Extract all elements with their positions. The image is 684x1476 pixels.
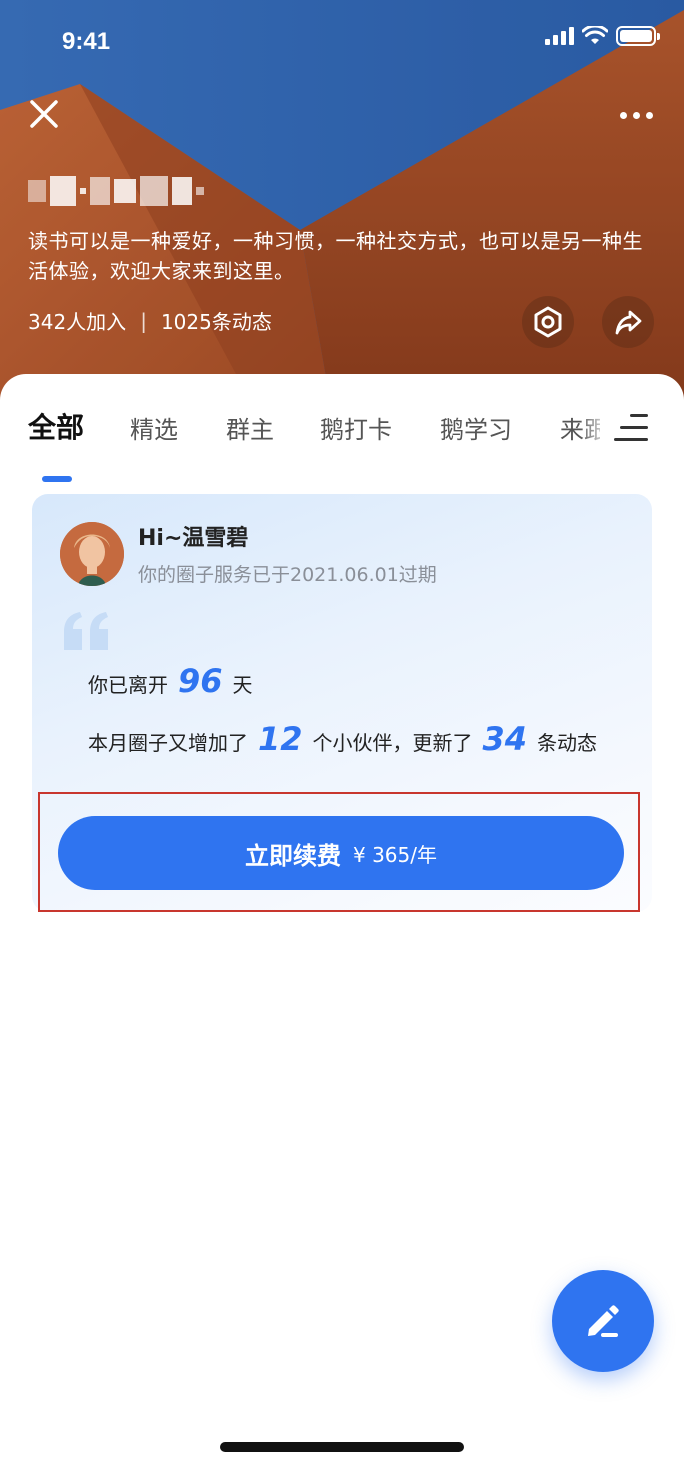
avatar-image [60, 522, 124, 586]
tab-featured[interactable]: 精选 [130, 410, 178, 445]
tab-checkin[interactable]: 鹅打卡 [320, 410, 392, 445]
tab-study[interactable]: 鹅学习 [440, 410, 512, 445]
renew-button-price: ¥ 365/年 [353, 842, 437, 867]
close-icon [30, 100, 58, 128]
days-away-line: 你已离开 96 天 [88, 662, 253, 700]
circle-stats: 342人加入 | 1025条动态 [28, 306, 272, 335]
share-button[interactable] [602, 296, 654, 348]
days-away-prefix: 你已离开 [88, 673, 168, 697]
status-icons [545, 26, 660, 46]
settings-button[interactable] [522, 296, 574, 348]
post-count: 1025条动态 [160, 310, 272, 334]
new-posts-suffix: 条动态 [537, 731, 598, 755]
category-tabs: 全部 精选 群主 鹅打卡 鹅学习 来跟 [0, 404, 684, 482]
expire-note: 你的圈子服务已于2021.06.01过期 [138, 564, 437, 586]
days-away-suffix: 天 [232, 673, 253, 697]
tab-fade [580, 404, 610, 444]
signal-icon [545, 27, 574, 45]
renew-button[interactable]: 立即续费 ¥ 365/年 [58, 816, 624, 890]
new-posts-value: 34 [482, 720, 528, 758]
menu-icon-line [630, 414, 648, 417]
avatar[interactable] [60, 522, 124, 586]
more-icon-dot [645, 111, 653, 119]
close-button[interactable] [26, 96, 62, 132]
monthly-activity-line: 本月圈子又增加了 12 个小伙伴，更新了 34 条动态 [88, 720, 597, 758]
compose-post-button[interactable] [552, 1270, 654, 1372]
more-button[interactable] [614, 100, 658, 130]
settings-icon [534, 306, 562, 338]
quote-icon [64, 612, 108, 650]
home-indicator [220, 1442, 464, 1452]
more-icon-dot [619, 111, 627, 119]
tab-menu-button[interactable] [612, 412, 650, 442]
tab-owner[interactable]: 群主 [226, 410, 274, 445]
active-tab-indicator [42, 476, 72, 482]
stats-separator: | [140, 308, 147, 333]
menu-icon-line [620, 426, 648, 429]
share-icon [615, 310, 642, 335]
status-bar: 9:41 [0, 0, 684, 88]
new-members-prefix: 本月圈子又增加了 [88, 731, 248, 755]
battery-icon [616, 26, 660, 46]
greeting: Hi~温雪碧 [138, 526, 249, 551]
circle-header: 9:41 读书可以是一种爱好，一种习惯，一种社交方式，也可以是另一种生活体验，欢… [0, 0, 684, 400]
wifi-icon [582, 26, 608, 44]
new-members-value: 12 [258, 720, 303, 758]
status-time: 9:41 [62, 28, 111, 55]
menu-icon-line [614, 438, 648, 441]
circle-name-pixelated [28, 170, 258, 212]
tab-all[interactable]: 全部 [28, 406, 84, 446]
circle-description: 读书可以是一种爱好，一种习惯，一种社交方式，也可以是另一种生活体验，欢迎大家来到… [28, 229, 643, 283]
new-posts-prefix: 个小伙伴，更新了 [312, 731, 473, 755]
renew-button-label: 立即续费 [245, 841, 341, 870]
more-icon-dot [632, 111, 640, 119]
pencil-icon [588, 1305, 619, 1337]
member-count: 342人加入 [28, 310, 127, 334]
days-away-value: 96 [178, 662, 223, 700]
